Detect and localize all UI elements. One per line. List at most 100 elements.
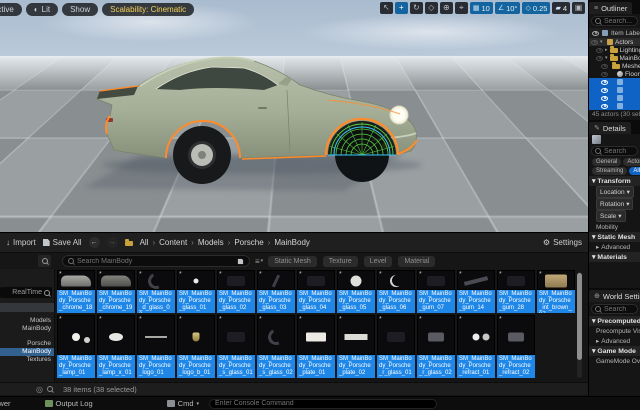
asset-tile[interactable]: * SM_MainBody_Porsche_lamp_x_01 [97, 315, 135, 378]
sources-filter-field[interactable]: RealTime [0, 287, 52, 298]
asset-tile[interactable]: * SM_MainBody_Porsche_refract_01 [457, 315, 495, 378]
outliner-row[interactable]: ▸Lighting [589, 46, 640, 54]
asset-tile[interactable]: * SM_MainBody_Porsche_r_glass_01 [377, 315, 415, 378]
asset-tile[interactable]: * SM_MainBody_Porsche_glass_02 [217, 270, 255, 313]
asset-tile[interactable]: * SM_MainBody_Porsche_gum_28 [497, 270, 535, 313]
asset-tile[interactable]: * SM_MainBody_Porsche_glass_05 [337, 270, 375, 313]
outliner-column-header[interactable]: Item Label [589, 28, 640, 38]
car-3d-model[interactable] [82, 28, 442, 203]
eye-icon[interactable] [601, 64, 608, 69]
asset-tile[interactable]: * SM_MainBody_Porsche_refract_02 [497, 315, 535, 378]
location-dropdown[interactable]: Location ▾ [596, 186, 634, 198]
rotation-snap-control[interactable]: ∠ 10° [495, 2, 521, 14]
outliner-row[interactable]: Meshes [589, 62, 640, 70]
asset-tile[interactable]: * SM_MainBody_Porsche_logo_b_01 [177, 315, 215, 378]
asset-tile[interactable]: * SM_MainBody_Porsche_r_glass_02 [417, 315, 455, 378]
console-command-input[interactable] [209, 399, 437, 409]
asset-tile[interactable]: * SM_MainBody_Porsche_s_glass_02 [257, 315, 295, 378]
outliner-row[interactable] [589, 78, 640, 86]
viewport-pill-lit[interactable]: ◐ Lit [26, 3, 58, 16]
viewport-pill-perspective[interactable]: Perspective [0, 3, 22, 16]
world-space-icon[interactable]: ⊕ [440, 2, 453, 14]
asset-tile[interactable]: *SM_MainBody_Porsche_d_glass_02 [137, 270, 175, 313]
details-search-input[interactable] [604, 148, 638, 155]
eye-icon[interactable] [601, 96, 608, 101]
details-filter-streaming[interactable]: Streaming [592, 167, 627, 175]
outliner-row[interactable] [589, 94, 640, 102]
precompute-visibility-row[interactable]: Precompute Visibility [589, 326, 640, 336]
materials-section-header[interactable]: ▾ Materials [589, 252, 640, 262]
move-tool-icon[interactable]: + [395, 2, 408, 14]
surface-snap-icon[interactable]: ⌖ [455, 2, 468, 14]
output-log-button[interactable]: Output Log [41, 399, 97, 408]
outliner-search[interactable] [591, 16, 638, 26]
outliner-row[interactable]: ▾ Actors [589, 38, 640, 46]
outliner-row[interactable] [589, 102, 640, 110]
grid-snap-control[interactable]: ▦ 10 [470, 2, 493, 14]
asset-tile[interactable]: * SM_MainBody_Porsche_chrome_18 [57, 270, 95, 313]
asset-tile[interactable]: * SM_MainBody_Porsche_glass_01 [177, 270, 215, 313]
eye-icon[interactable] [601, 72, 608, 77]
asset-grid-scrollbar[interactable] [577, 272, 582, 378]
world-settings-search-input[interactable] [604, 306, 638, 313]
asset-tile[interactable]: * SM_MainBody_Porsche_gum_14 [457, 270, 495, 313]
import-button[interactable]: ↓ Import [6, 238, 36, 247]
sources-item-textures[interactable]: Textures [0, 356, 54, 364]
tab-outliner[interactable]: ≡ Outliner [589, 2, 632, 14]
sources-item-mainbody[interactable]: MainBody [0, 348, 54, 356]
eye-icon[interactable] [601, 104, 608, 109]
tab-world-settings[interactable]: ⊕ World Settings [589, 290, 640, 302]
viewport-pill-show[interactable]: Show [62, 3, 98, 16]
asset-tile[interactable]: * SM_MainBody_Porsche_glass_03 [257, 270, 295, 313]
asset-tile[interactable]: * SM_MainBody_Porsche_plate_01 [297, 315, 335, 378]
save-all-button[interactable]: Save All [43, 238, 82, 247]
asset-search-box[interactable] [62, 255, 250, 267]
sources-section-band[interactable] [0, 303, 54, 312]
sources-item-mainbody[interactable]: MainBody [0, 325, 54, 333]
viewport-3d[interactable]: Perspective ◐Lit Show Scalability: Cinemati… [0, 0, 588, 232]
sources-item-porsche[interactable]: Porsche [0, 340, 54, 348]
maximize-viewport-icon[interactable]: ▣ [572, 2, 585, 14]
breadcrumb-all[interactable]: All [140, 238, 149, 247]
breadcrumb-porsche[interactable]: Porsche [234, 238, 263, 247]
select-tool-icon[interactable]: ↖ [380, 2, 393, 14]
search-icon[interactable] [47, 386, 53, 392]
viewport-pill-scalability-cinematic[interactable]: Scalability: Cinematic [102, 3, 194, 16]
eye-icon[interactable] [591, 40, 598, 45]
details-filter-all[interactable]: All [629, 167, 640, 175]
sources-search-toggle[interactable] [38, 255, 51, 267]
tab-details[interactable]: ✎ Details [589, 122, 631, 134]
asset-tile[interactable]: * SM_MainBody_Porsche_gum_07 [417, 270, 455, 313]
asset-search-input[interactable] [77, 258, 234, 265]
asset-tile[interactable]: * SM_MainBody_Porsche_glass_04 [297, 270, 335, 313]
asset-tile[interactable]: * SM_MainBody_Porsche_plate_02 [337, 315, 375, 378]
details-filter-general[interactable]: General [592, 158, 621, 166]
details-search[interactable] [591, 146, 638, 156]
selected-object-row[interactable] [589, 134, 640, 144]
save-search-icon[interactable] [238, 258, 244, 264]
filter-pill-material[interactable]: Material [398, 256, 435, 267]
content-drawer-button[interactable]: Content Drawer [0, 399, 15, 408]
filter-pill-level[interactable]: Level [364, 256, 393, 267]
breadcrumb-mainbody[interactable]: MainBody [274, 238, 310, 247]
eye-icon[interactable] [596, 48, 603, 53]
scale-tool-icon[interactable]: ◇ [425, 2, 438, 14]
gamemode-override-row[interactable]: GameMode Override [589, 356, 640, 366]
scale-snap-control[interactable]: ◇ 0.25 [522, 2, 550, 14]
outliner-row[interactable]: Floor [589, 70, 640, 78]
forward-button[interactable]: → [107, 237, 118, 248]
outliner-row[interactable]: ▾MainBody [589, 54, 640, 62]
filter-funnel-button[interactable]: ≡ ▾ [255, 257, 263, 266]
asset-tile[interactable]: * SM_MainBody_Porsche_chrome_19 [97, 270, 135, 313]
eye-icon[interactable] [596, 56, 603, 61]
breadcrumb-models[interactable]: Models [198, 238, 224, 247]
rotation-dropdown[interactable]: Rotation ▾ [596, 198, 633, 210]
eye-icon[interactable] [601, 88, 608, 93]
details-advanced-row[interactable]: ▸ Advanced [589, 242, 640, 252]
transform-section-header[interactable]: ▾ Transform [589, 176, 640, 186]
world-settings-search[interactable] [591, 304, 638, 314]
details-filter-actor[interactable]: Actor [623, 158, 640, 166]
static-mesh-section-header[interactable]: ▾ Static Mesh [589, 232, 640, 242]
dock-in-layout-icon[interactable]: ◎ [36, 385, 43, 394]
settings-button[interactable]: ⚙ Settings [543, 238, 582, 247]
